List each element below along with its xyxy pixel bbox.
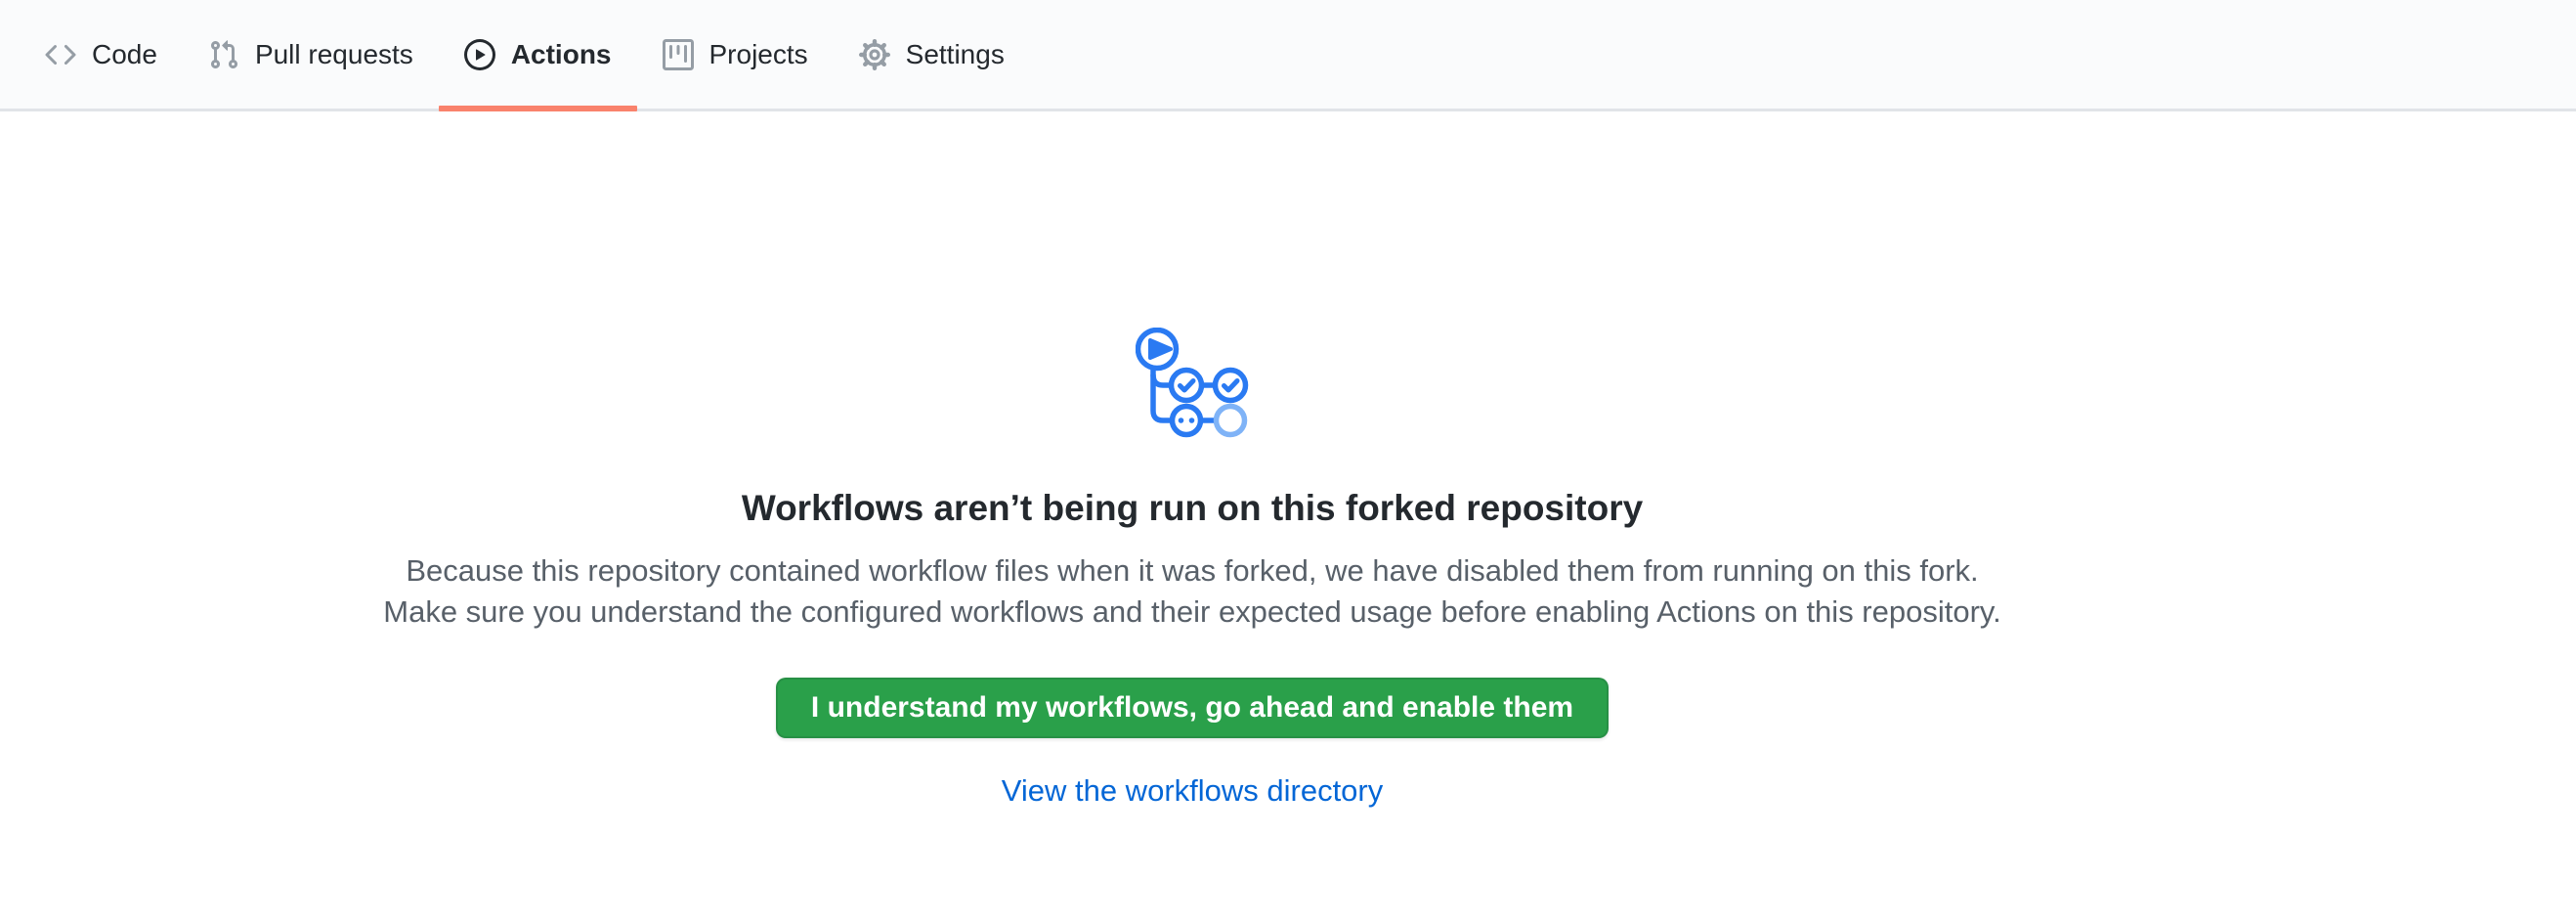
repo-nav: Code Pull requests Actions Projects	[20, 0, 1030, 109]
link-row: View the workflows directory	[0, 773, 2384, 809]
pull-request-icon	[208, 39, 239, 70]
tab-label: Settings	[906, 41, 1005, 68]
code-icon	[45, 39, 76, 70]
tab-label: Code	[92, 41, 157, 68]
tab-projects[interactable]: Projects	[637, 0, 834, 109]
repo-tab-header: Code Pull requests Actions Projects	[0, 0, 2576, 111]
tab-code[interactable]: Code	[20, 0, 183, 109]
view-workflows-link[interactable]: View the workflows directory	[1002, 773, 1384, 808]
button-row: I understand my workflows, go ahead and …	[0, 633, 2384, 738]
actions-disabled-page: Workflows aren’t being run on this forke…	[0, 328, 2576, 809]
tab-pull-requests[interactable]: Pull requests	[183, 0, 439, 109]
workflow-graph-icon	[1136, 328, 1249, 439]
play-icon	[464, 39, 495, 70]
tab-actions[interactable]: Actions	[439, 0, 637, 109]
tab-label: Projects	[709, 41, 808, 68]
gear-icon	[859, 39, 890, 70]
blankslate: Workflows aren’t being run on this forke…	[0, 328, 2384, 809]
description-text: Because this repository contained workfl…	[371, 550, 2013, 633]
tab-label: Actions	[511, 41, 612, 68]
enable-workflows-button[interactable]: I understand my workflows, go ahead and …	[776, 678, 1609, 738]
project-icon	[663, 39, 694, 70]
page-title: Workflows aren’t being run on this forke…	[0, 486, 2384, 531]
tab-label: Pull requests	[255, 41, 413, 68]
tab-settings[interactable]: Settings	[834, 0, 1030, 109]
